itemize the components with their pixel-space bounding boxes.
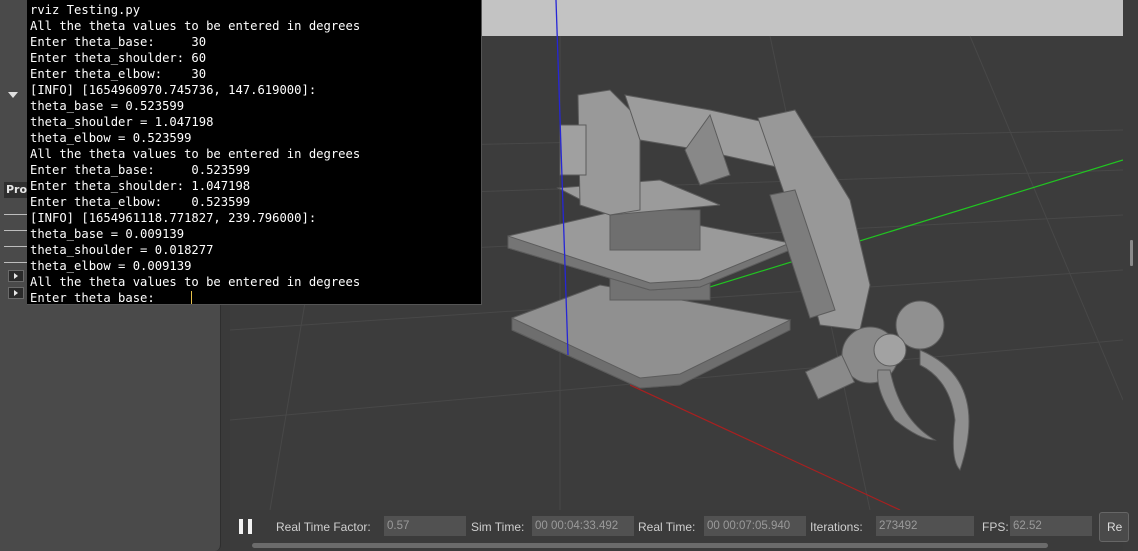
terminal-cursor	[191, 291, 193, 304]
terminal-line: theta_base = 0.523599	[30, 98, 481, 114]
real-time-factor-label: Real Time Factor:	[276, 520, 371, 534]
terminal-line-text: theta_base = 0.009139	[30, 227, 185, 241]
tree-divider	[4, 214, 28, 215]
iterations-label: Iterations:	[810, 520, 863, 534]
terminal-line-text: Enter theta_base:	[30, 291, 192, 305]
terminal-line: theta_shoulder = 1.047198	[30, 114, 481, 130]
tree-divider	[4, 230, 28, 231]
terminal-line-text: All the theta values to be entered in de…	[30, 19, 361, 33]
terminal-line: Enter theta_shoulder: 1.047198	[30, 178, 481, 194]
terminal-line: Enter theta_base: 0.523599	[30, 162, 481, 178]
terminal-line: Enter theta_elbow: 0.523599	[30, 194, 481, 210]
terminal-line-text: Enter theta_elbow: 0.523599	[30, 195, 251, 209]
triangle-down-icon[interactable]	[8, 92, 18, 98]
reset-button[interactable]: Re	[1099, 512, 1129, 542]
right-dock-edge	[1123, 0, 1138, 551]
terminal-line-text: theta_base = 0.523599	[30, 99, 185, 113]
terminal-line-text: theta_elbow = 0.523599	[30, 131, 192, 145]
triangle-right-icon[interactable]	[8, 270, 24, 282]
terminal-line: All the theta values to be entered in de…	[30, 146, 481, 162]
terminal-line: theta_shoulder = 0.018277	[30, 242, 481, 258]
simulation-status-bar: Real Time Factor: 0.57 Sim Time: 00 00:0…	[230, 510, 1129, 551]
fps-value: 62.52	[1010, 516, 1092, 536]
real-time-label: Real Time:	[638, 520, 696, 534]
terminal-line-text: theta_shoulder = 1.047198	[30, 115, 214, 129]
tree-divider	[4, 246, 28, 247]
terminal-line-text: Enter theta_shoulder: 60	[30, 51, 207, 65]
real-time-value: 00 00:07:05.940	[704, 516, 806, 536]
iterations-value: 273492	[876, 516, 974, 536]
terminal-line: theta_base = 0.009139	[30, 226, 481, 242]
sim-time-label: Sim Time:	[471, 520, 525, 534]
terminal-line-text: Enter theta_elbow: 30	[30, 67, 207, 81]
terminal-line-text: theta_elbow = 0.009139	[30, 259, 192, 273]
real-time-factor-value: 0.57	[384, 516, 466, 536]
fps-label: FPS:	[982, 520, 1009, 534]
terminal-line: theta_elbow = 0.523599	[30, 130, 481, 146]
terminal-line: [INFO] [1654960970.745736, 147.619000]:	[30, 82, 481, 98]
terminal-line-text: [INFO] [1654961118.771827, 239.796000]:	[30, 211, 317, 225]
horizontal-scrollbar[interactable]	[252, 543, 1048, 548]
terminal-line: Enter theta_base:	[30, 290, 481, 305]
terminal-line: theta_elbow = 0.009139	[30, 258, 481, 274]
terminal-line: Enter theta_shoulder: 60	[30, 50, 481, 66]
terminal-line: Enter theta_elbow: 30	[30, 66, 481, 82]
terminal-line: rviz Testing.py	[30, 2, 481, 18]
terminal-line: [INFO] [1654961118.771827, 239.796000]:	[30, 210, 481, 226]
terminal-line-text: theta_shoulder = 0.018277	[30, 243, 214, 257]
pause-icon[interactable]	[238, 518, 254, 536]
terminal-line: Enter theta_base: 30	[30, 34, 481, 50]
tree-divider	[4, 262, 28, 263]
terminal-line-text: rviz Testing.py	[30, 3, 141, 17]
terminal-window[interactable]: rviz Testing.py All the theta values to b…	[27, 0, 482, 305]
triangle-right-icon[interactable]	[8, 287, 24, 299]
terminal-line: All the theta values to be entered in de…	[30, 274, 481, 290]
gazebo-window: SSAV Pro	[0, 0, 1138, 551]
sim-time-value: 00 00:04:33.492	[532, 516, 634, 536]
terminal-line-text: Enter theta_base: 30	[30, 35, 207, 49]
terminal-line-text: All the theta values to be entered in de…	[30, 147, 361, 161]
terminal-line-text: Enter theta_base: 0.523599	[30, 163, 251, 177]
right-dock-handle[interactable]	[1130, 240, 1133, 266]
terminal-line-text: [INFO] [1654960970.745736, 147.619000]:	[30, 83, 317, 97]
terminal-line-text: Enter theta_shoulder: 1.047198	[30, 179, 251, 193]
terminal-line-text: All the theta values to be entered in de…	[30, 275, 361, 289]
terminal-line: All the theta values to be entered in de…	[30, 18, 481, 34]
